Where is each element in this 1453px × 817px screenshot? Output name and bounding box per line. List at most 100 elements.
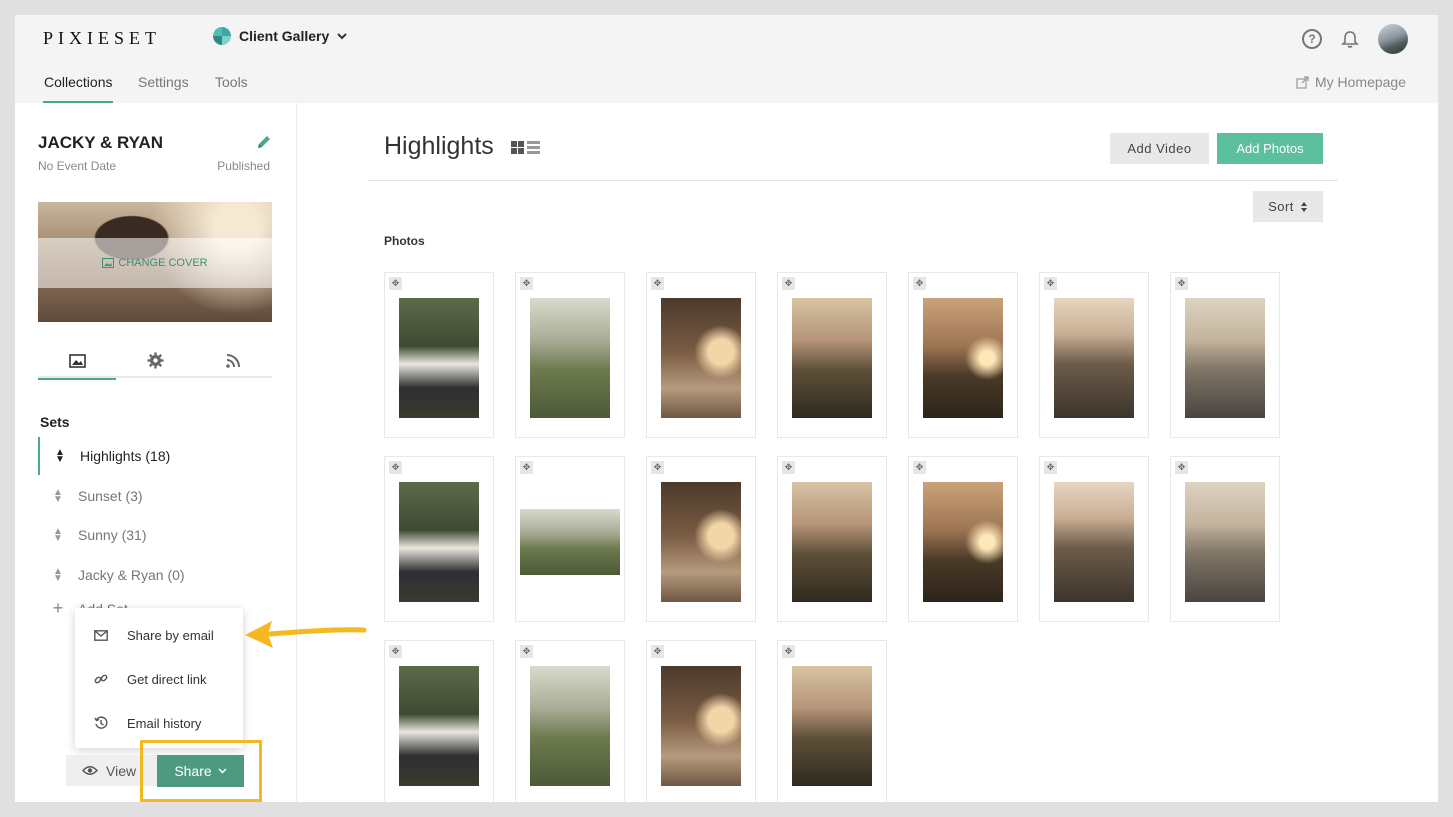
photo-tile[interactable]: ✥	[384, 640, 494, 802]
add-video-button[interactable]: Add Video	[1110, 133, 1209, 164]
image-icon	[102, 258, 115, 268]
photo-thumbnail[interactable]	[792, 482, 872, 602]
move-icon[interactable]: ✥	[1175, 277, 1188, 290]
move-icon[interactable]: ✥	[1175, 461, 1188, 474]
move-icon[interactable]: ✥	[913, 461, 926, 474]
move-icon[interactable]: ✥	[389, 277, 402, 290]
photo-tile[interactable]: ✥	[908, 272, 1018, 438]
bell-icon[interactable]	[1340, 29, 1360, 49]
move-icon[interactable]: ✥	[651, 645, 664, 658]
page-title: Highlights	[384, 132, 494, 160]
photo-tile[interactable]: ✥	[384, 272, 494, 438]
drag-handle-icon[interactable]: ▲ ▼	[38, 567, 78, 584]
photo-thumbnail[interactable]	[1054, 298, 1134, 418]
set-item-highlights[interactable]: ▲ ▼ Highlights (18)	[38, 437, 297, 475]
move-icon[interactable]: ✥	[389, 645, 402, 658]
photo-tile[interactable]: ✥	[384, 456, 494, 622]
chevron-down-icon	[218, 768, 227, 774]
photo-tile[interactable]: ✥	[1039, 272, 1149, 438]
cover-image[interactable]: CHANGE COVER	[38, 202, 272, 322]
move-icon[interactable]: ✥	[1044, 461, 1057, 474]
chevron-down-icon	[337, 32, 347, 39]
photo-tile[interactable]: ✥	[777, 640, 887, 802]
photo-tile[interactable]: ✥	[646, 640, 756, 802]
set-item-jacky-ryan[interactable]: ▲ ▼ Jacky & Ryan (0)	[38, 556, 297, 594]
pixieset-logo[interactable]: PIXIESET	[43, 28, 161, 49]
photo-tile[interactable]: ✥	[515, 640, 625, 802]
photo-thumbnail[interactable]	[1185, 298, 1265, 418]
photo-tile[interactable]: ✥	[1170, 272, 1280, 438]
add-photos-button[interactable]: Add Photos	[1217, 133, 1323, 164]
photo-thumbnail[interactable]	[530, 298, 610, 418]
move-icon[interactable]: ✥	[389, 461, 402, 474]
pencil-icon[interactable]	[255, 133, 273, 151]
help-circle-icon[interactable]: ?	[1302, 29, 1322, 49]
drag-handle-icon[interactable]: ▲ ▼	[40, 448, 80, 465]
sort-icon	[1300, 201, 1307, 212]
photo-tile[interactable]: ✥	[908, 456, 1018, 622]
grid-view-icon[interactable]	[511, 141, 524, 154]
photo-tile[interactable]: ✥	[777, 456, 887, 622]
photo-tile[interactable]: ✥	[1039, 456, 1149, 622]
move-icon[interactable]: ✥	[913, 277, 926, 290]
move-icon[interactable]: ✥	[651, 461, 664, 474]
menu-item-direct-link[interactable]: Get direct link	[75, 657, 243, 701]
photo-thumbnail[interactable]	[399, 298, 479, 418]
photo-thumbnail[interactable]	[923, 482, 1003, 602]
app-switcher-label: Client Gallery	[239, 28, 330, 44]
menu-item-label: Email history	[127, 715, 202, 731]
drag-handle-icon[interactable]: ▲ ▼	[38, 527, 78, 544]
drag-handle-icon[interactable]: ▲ ▼	[38, 488, 78, 505]
share-dropdown-menu: Share by email Get direct link Email his…	[75, 608, 243, 748]
tab-tools[interactable]: Tools	[215, 74, 248, 90]
sort-button[interactable]: Sort	[1253, 191, 1323, 222]
photo-thumbnail[interactable]	[792, 666, 872, 786]
photo-thumbnail[interactable]	[520, 509, 620, 575]
photo-thumbnail[interactable]	[661, 482, 741, 602]
move-icon[interactable]: ✥	[782, 645, 795, 658]
set-item-sunny[interactable]: ▲ ▼ Sunny (31)	[38, 516, 297, 554]
photo-thumbnail[interactable]	[923, 298, 1003, 418]
photo-tile[interactable]: ✥	[777, 272, 887, 438]
move-icon[interactable]: ✥	[520, 645, 533, 658]
move-icon[interactable]: ✥	[520, 461, 533, 474]
move-icon[interactable]: ✥	[520, 277, 533, 290]
photo-thumbnail[interactable]	[399, 482, 479, 602]
my-homepage-link[interactable]: My Homepage	[1296, 74, 1406, 90]
menu-item-share-by-email[interactable]: Share by email	[75, 613, 243, 657]
photo-thumbnail[interactable]	[1185, 482, 1265, 602]
sort-label: Sort	[1268, 199, 1294, 214]
photo-tile[interactable]: ✥	[515, 272, 625, 438]
tab-settings[interactable]: Settings	[138, 74, 189, 90]
sets-heading: Sets	[40, 414, 70, 430]
photo-thumbnail[interactable]	[661, 298, 741, 418]
photo-thumbnail[interactable]	[399, 666, 479, 786]
photo-tile[interactable]: ✥	[515, 456, 625, 622]
set-label: Highlights (18)	[80, 448, 171, 464]
photo-thumbnail[interactable]	[1054, 482, 1134, 602]
move-icon[interactable]: ✥	[1044, 277, 1057, 290]
set-item-sunset[interactable]: ▲ ▼ Sunset (3)	[38, 477, 297, 515]
share-button[interactable]: Share	[157, 755, 244, 787]
app-switcher[interactable]: Client Gallery	[213, 27, 347, 45]
tab-feed[interactable]	[194, 343, 272, 378]
photo-thumbnail[interactable]	[530, 666, 610, 786]
photo-tile[interactable]: ✥	[646, 456, 756, 622]
photo-tile[interactable]: ✥	[646, 272, 756, 438]
envelope-icon	[75, 629, 127, 641]
menu-item-email-history[interactable]: Email history	[75, 701, 243, 745]
tab-photos[interactable]	[38, 343, 116, 380]
list-view-icon[interactable]	[527, 141, 540, 154]
change-cover-button[interactable]: CHANGE COVER	[38, 238, 272, 288]
photo-thumbnail[interactable]	[661, 666, 741, 786]
event-date: No Event Date	[38, 159, 117, 173]
move-icon[interactable]: ✥	[782, 461, 795, 474]
move-icon[interactable]: ✥	[782, 277, 795, 290]
photo-tile[interactable]: ✥	[1170, 456, 1280, 622]
tab-collections[interactable]: Collections	[44, 74, 112, 90]
move-icon[interactable]: ✥	[651, 277, 664, 290]
photo-thumbnail[interactable]	[792, 298, 872, 418]
avatar[interactable]	[1378, 24, 1408, 54]
photos-icon	[68, 353, 86, 368]
tab-set-settings[interactable]	[116, 343, 194, 378]
